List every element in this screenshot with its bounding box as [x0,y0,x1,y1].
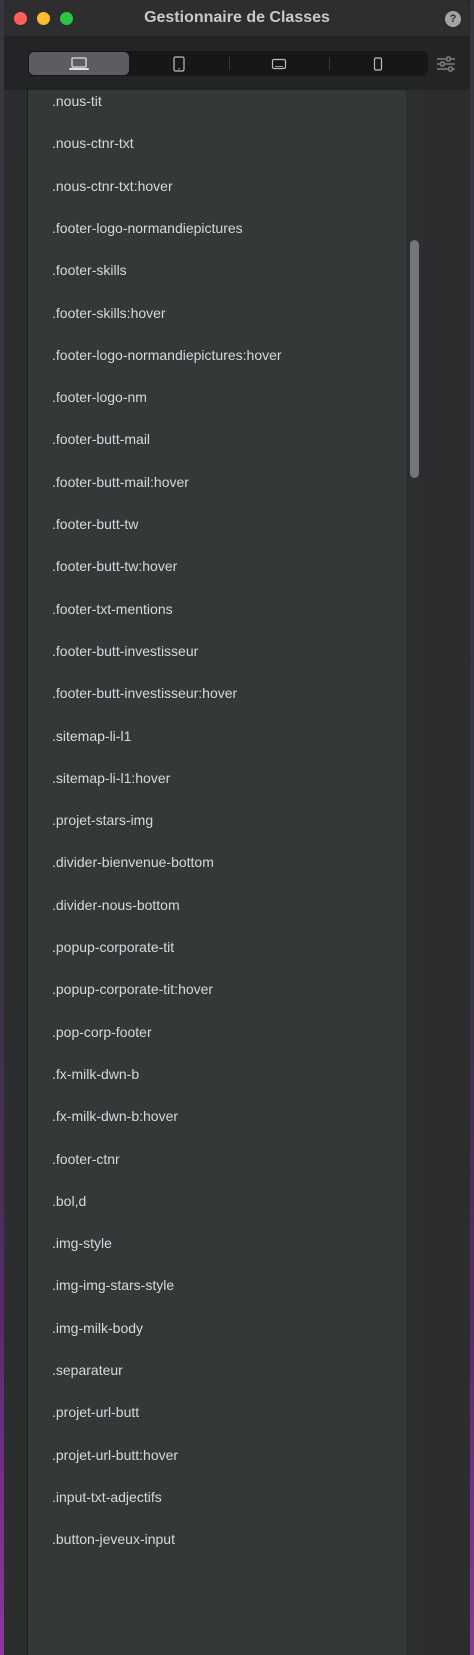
title-bar[interactable]: Gestionnaire de Classes ? [4,0,470,36]
device-tab-phone[interactable] [328,51,429,76]
window-title: Gestionnaire de Classes [144,9,330,26]
laptop-icon [68,56,89,70]
class-list-item[interactable]: .popup-corporate-tit [52,938,174,956]
class-list-item[interactable]: .nous-ctnr-txt:hover [52,177,173,195]
class-list-item[interactable]: .divider-bienvenue-bottom [52,853,214,871]
class-list-item[interactable]: .fx-milk-dwn-b [52,1065,139,1083]
class-list-item[interactable]: .img-style [52,1234,112,1252]
class-list-item[interactable]: .img-milk-body [52,1319,143,1337]
class-list-item[interactable]: .footer-txt-mentions [52,600,173,618]
tablet-icon [173,55,185,72]
class-list-item[interactable]: .footer-butt-mail [52,430,150,448]
class-list-item[interactable]: .footer-butt-investisseur [52,642,198,660]
class-list-item[interactable]: .separateur [52,1361,123,1379]
class-list-item[interactable]: .popup-corporate-tit:hover [52,980,213,998]
toolbar [4,36,470,90]
class-list-item[interactable]: .bol,d [52,1192,86,1210]
class-list-item[interactable]: .nous-ctnr-txt [52,134,134,152]
class-list-item[interactable]: .footer-ctnr [52,1150,120,1168]
class-list-item[interactable]: .fx-milk-dwn-b:hover [52,1107,178,1125]
tablet-landscape-icon [271,58,286,69]
class-list-item[interactable]: .input-txt-adjectifs [52,1488,162,1506]
device-tab-desktop[interactable] [29,52,129,75]
class-list-item[interactable]: .projet-url-butt:hover [52,1446,178,1464]
device-tab-tablet-portrait[interactable] [130,51,230,76]
class-list-item[interactable]: .projet-url-butt [52,1403,139,1421]
sliders-icon[interactable] [436,56,456,72]
class-list-item[interactable]: .footer-logo-normandiepictures:hover [52,346,282,364]
class-list-item[interactable]: .footer-butt-tw [52,515,138,533]
device-tab-tablet-landscape[interactable] [229,51,329,76]
class-list-item[interactable]: .divider-nous-bottom [52,896,180,914]
class-list-item[interactable]: .nous-tit [52,92,102,110]
class-list-item[interactable]: .footer-logo-nm [52,388,147,406]
class-list-item[interactable]: .footer-butt-mail:hover [52,473,189,491]
class-list-item[interactable]: .footer-butt-tw:hover [52,557,177,575]
class-list-item[interactable]: .projet-stars-img [52,811,153,829]
class-list-item[interactable]: .button-jeveux-input [52,1530,175,1548]
right-gutter [422,90,470,1655]
class-list-item[interactable]: .sitemap-li-l1:hover [52,769,170,787]
desktop-background-right [470,0,474,1655]
class-list-item[interactable]: .footer-skills [52,261,127,279]
class-list-item[interactable]: .pop-corp-footer [52,1023,152,1041]
device-selector [28,51,428,76]
help-icon[interactable]: ? [445,11,461,27]
class-list-item[interactable]: .footer-butt-investisseur:hover [52,684,237,702]
class-list[interactable]: .nous-tit .nous-ctnr-txt .nous-ctnr-txt:ho… [27,90,427,1655]
class-list-item[interactable]: .footer-skills:hover [52,304,166,322]
phone-icon [374,56,383,71]
class-list-item[interactable]: .footer-logo-normandiepictures [52,219,243,237]
class-list-item[interactable]: .sitemap-li-l1 [52,727,131,745]
scrollbar-thumb[interactable] [410,240,419,478]
class-list-item[interactable]: .img-img-stars-style [52,1276,174,1294]
class-manager-window: Gestionnaire de Classes ? .nous-tit .nou… [4,0,470,1655]
